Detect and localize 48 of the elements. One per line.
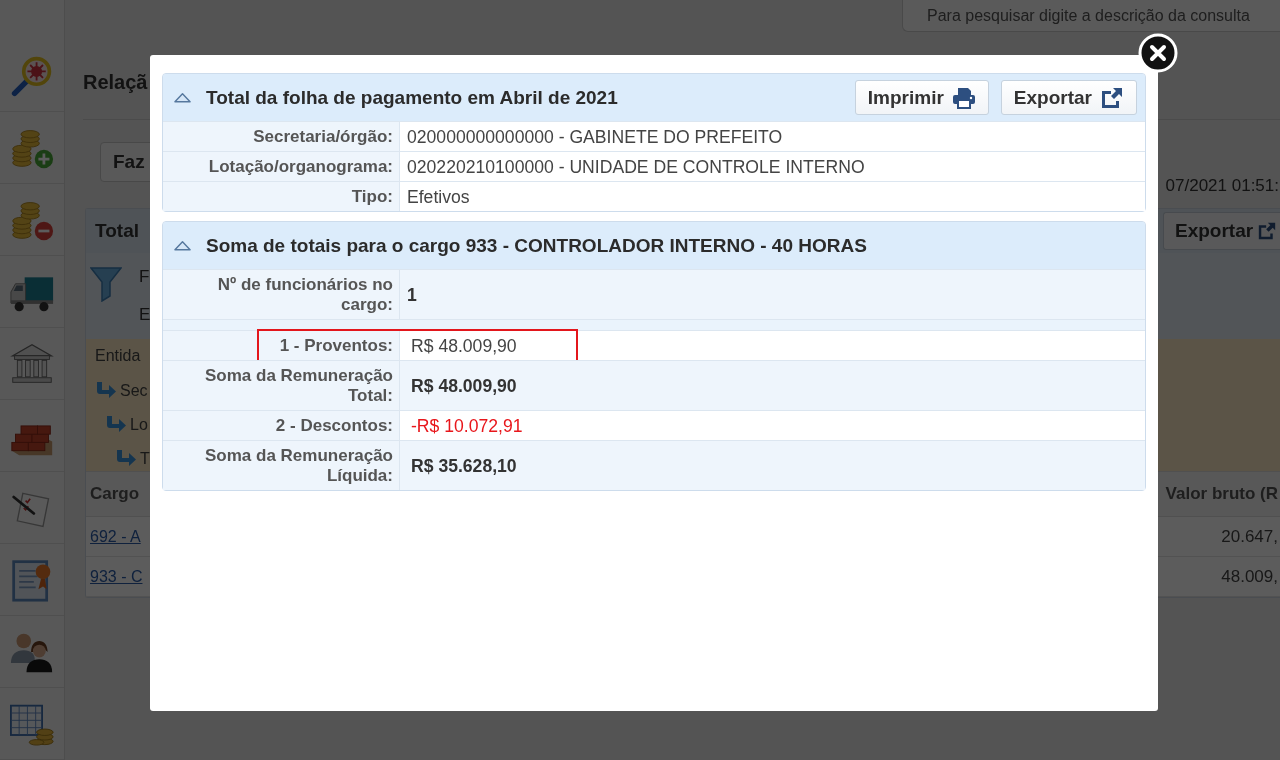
collapse-icon[interactable] (174, 240, 191, 251)
print-button[interactable]: Imprimir (854, 80, 989, 115)
funnel-icon (90, 266, 122, 302)
field-value: -R$ 10.072,91 (400, 411, 1145, 440)
field-value: 020220210100000 - UNIDADE DE CONTROLE INTERNO (400, 152, 1145, 181)
export-icon (1100, 86, 1124, 109)
field-label: Secretaria/órgão: (163, 122, 400, 151)
arrow-icon (105, 415, 127, 435)
filter-label: E (139, 305, 151, 325)
field-value: 1 (400, 270, 1145, 319)
field-value: Efetivos (400, 182, 1145, 211)
search-field[interactable]: Para pesquisar digite a descrição da consulta (902, 0, 1280, 32)
table-cell: 48.009, (1221, 566, 1278, 587)
job-link[interactable]: 692 - A (90, 527, 141, 546)
field-label: Nº de funcionários no cargo: (163, 270, 400, 319)
field-value: R$ 48.009,90 (400, 331, 1145, 360)
column-header: Valor bruto (R (1165, 484, 1278, 504)
field-value: 020000000000000 - GABINETE DO PREFEITO (400, 122, 1145, 151)
field-label: Tipo: (163, 182, 400, 211)
page-title: Relaçã (83, 71, 148, 93)
bank-building-icon[interactable] (10, 341, 54, 386)
field-value: R$ 35.628,10 (400, 441, 1145, 490)
arrow-icon (115, 449, 137, 469)
section-title: Soma de totais para o cargo 933 - CONTROLADOR INTERNO - 40 HORAS (206, 233, 868, 258)
field-label: Soma da Remuneração Líquida: (163, 441, 400, 490)
section-title: Total da folha de pagamento em Abril de 2021 (206, 85, 619, 110)
tree-item[interactable]: Sec (120, 382, 148, 400)
export-icon (1258, 222, 1277, 240)
field-value: R$ 48.009,90 (400, 361, 1145, 410)
table-cell: 20.647, (1221, 526, 1278, 547)
filter-label: F (139, 267, 151, 287)
field-label: Soma da Remuneração Total: (163, 361, 400, 410)
field-label: Lotação/organograma: (163, 152, 400, 181)
panel-title: Total (95, 220, 139, 242)
collapse-icon[interactable] (174, 92, 191, 103)
printer-icon (951, 86, 976, 109)
tree-item[interactable]: Lo (130, 416, 148, 434)
field-label: 2 - Descontos: (163, 411, 400, 440)
export-button[interactable]: Exportar (1000, 80, 1137, 115)
column-header: Cargo (90, 484, 140, 504)
entity-label: Entida (95, 346, 141, 366)
export-button[interactable]: Exportar (1163, 212, 1280, 250)
tree-item[interactable]: T (140, 450, 150, 468)
field-label: 1 - Proventos: (163, 331, 400, 360)
arrow-icon (95, 381, 117, 401)
close-button[interactable] (1138, 33, 1178, 73)
job-link[interactable]: 933 - C (90, 567, 143, 586)
timestamp-text: 07/2021 01:51: (1165, 176, 1279, 196)
